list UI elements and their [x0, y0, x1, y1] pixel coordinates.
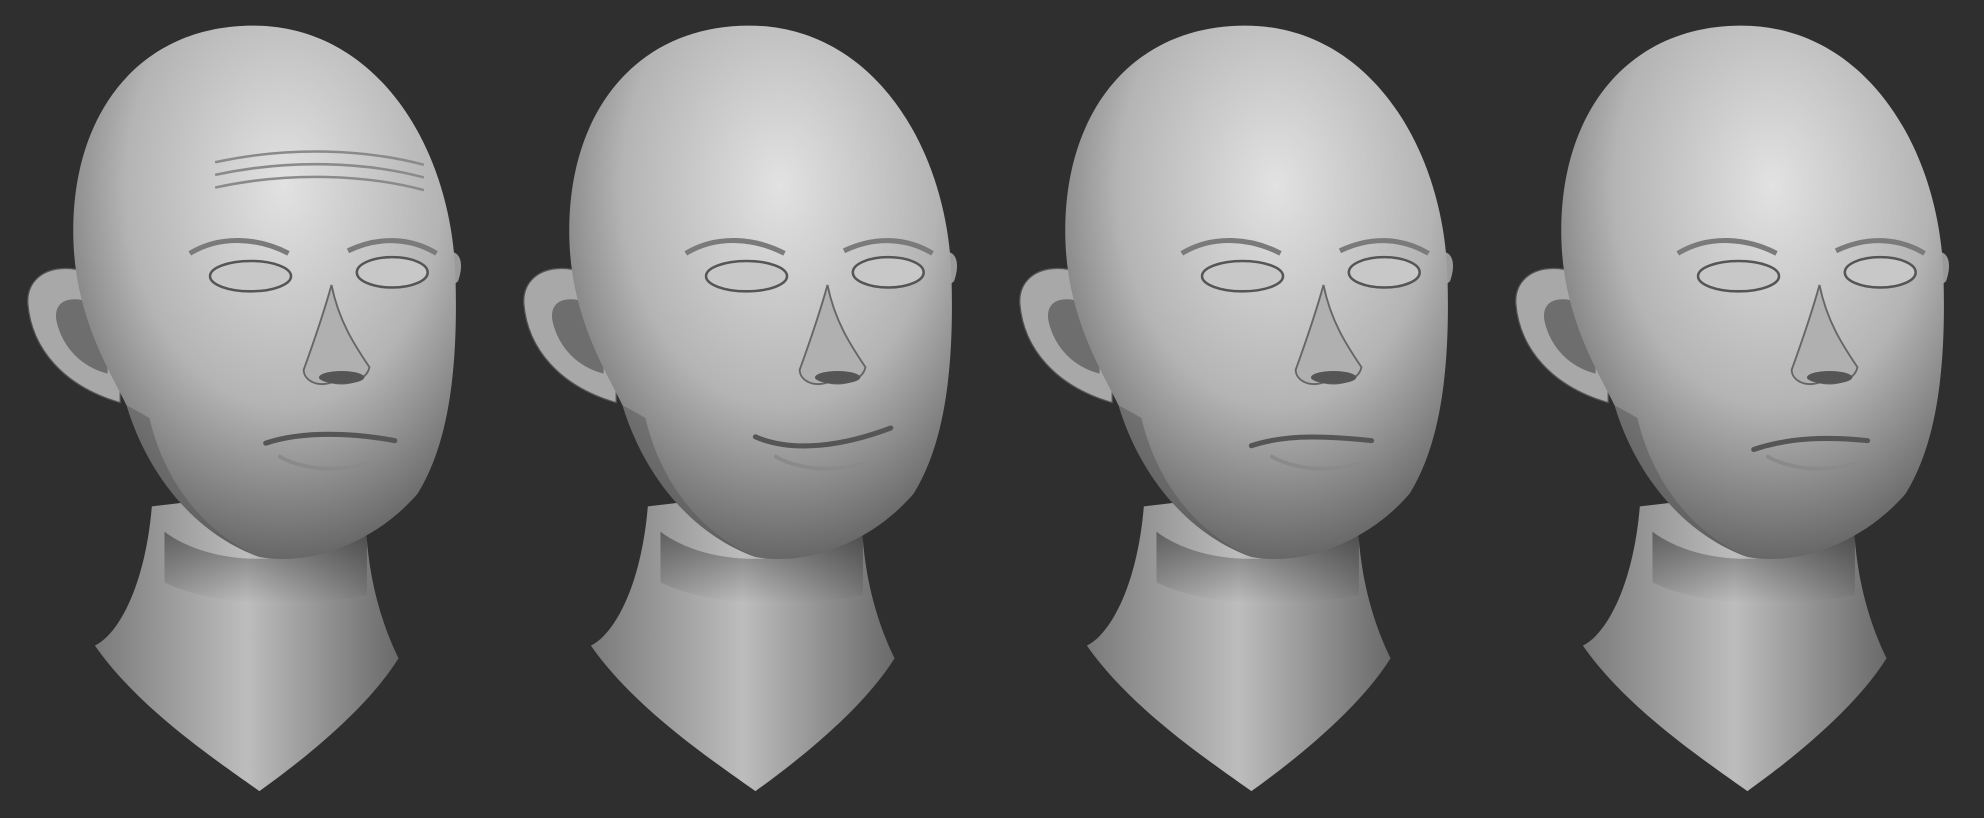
right-eye	[1843, 255, 1917, 289]
left-eye	[1696, 259, 1781, 293]
right-eye	[1347, 255, 1421, 289]
right-eye	[355, 255, 429, 289]
nostrils	[1806, 371, 1853, 384]
left-eye	[208, 259, 293, 293]
left-eye	[1200, 259, 1285, 293]
sculpt-render-scene	[0, 0, 1984, 818]
nostrils	[318, 371, 365, 384]
right-eye	[851, 255, 925, 289]
nostrils	[1310, 371, 1357, 384]
nostrils	[814, 371, 861, 384]
left-eye	[704, 259, 789, 293]
